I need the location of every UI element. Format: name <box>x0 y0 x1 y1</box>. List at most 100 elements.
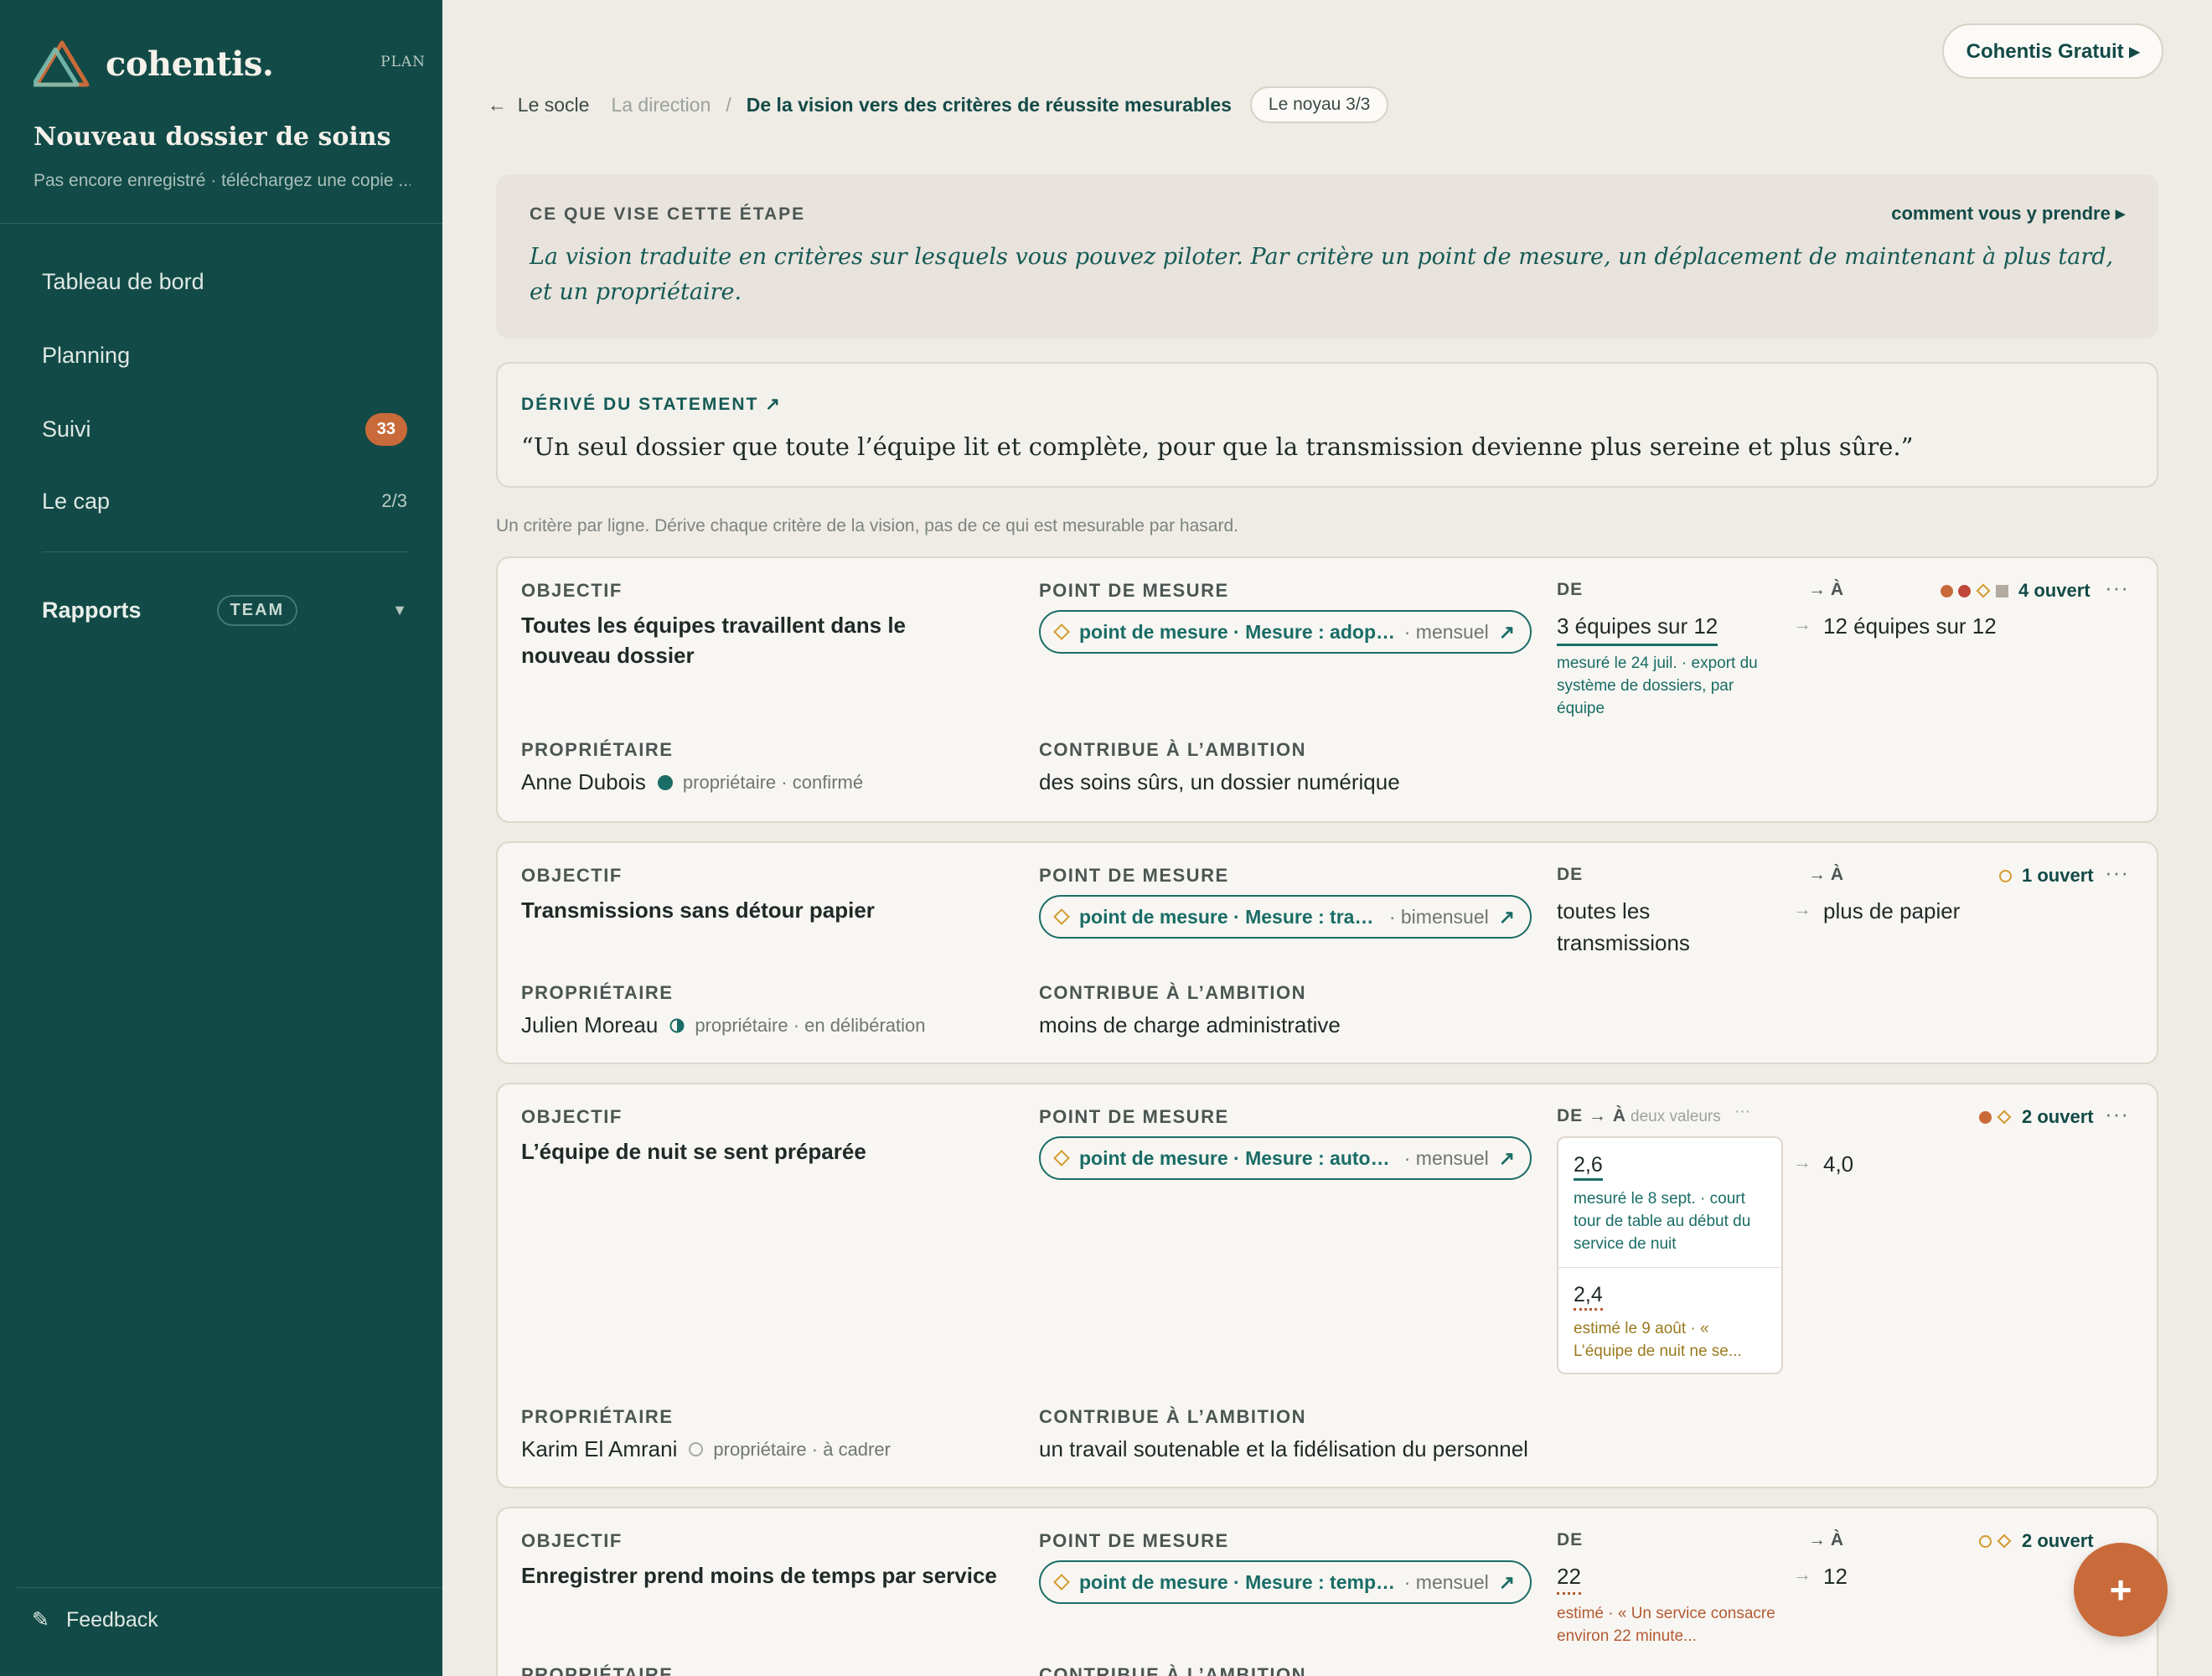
to-value[interactable]: 12 équipes sur 12 <box>1823 610 1997 642</box>
owner[interactable]: Julien Moreau propriétaire · en délibéra… <box>521 1012 925 1038</box>
objective-text[interactable]: Toutes les équipes travaillent dans le n… <box>521 610 990 670</box>
status-diamond-icon <box>1997 1534 2012 1549</box>
breadcrumb-current: De la vision vers des critères de réussi… <box>746 93 1232 116</box>
criterion-card[interactable]: OBJECTIF Enregistrer prend moins de temp… <box>496 1507 2158 1676</box>
open-items-indicator[interactable]: 2 ouvert <box>1979 1106 2094 1128</box>
pencil-icon: ✎ <box>32 1608 49 1632</box>
breadcrumb-back-label: Le socle <box>517 93 590 116</box>
ambition-label: CONTRIBUE À L’AMBITION <box>1039 982 1306 1003</box>
nav-item-tableau-de-bord[interactable]: Tableau de bord <box>42 258 407 305</box>
add-criterion-button[interactable]: + <box>2074 1543 2168 1637</box>
open-count: 2 ouvert <box>2022 1106 2094 1127</box>
measure-point-label: POINT DE MESURE <box>1039 865 1229 886</box>
criterion-card[interactable]: OBJECTIF Transmissions sans détour papie… <box>496 841 2158 1064</box>
nav-label: Planning <box>42 342 131 368</box>
objective-text[interactable]: Enregistrer prend moins de temps par ser… <box>521 1560 1024 1591</box>
measurement-note: mesuré le 8 sept. · court tour de table … <box>1574 1190 1751 1253</box>
to-value[interactable]: plus de papier <box>1823 895 1960 927</box>
open-count: 2 ouvert <box>2022 1530 2094 1551</box>
owner-status: propriétaire · en délibération <box>695 1014 926 1036</box>
status-ring-icon <box>1979 1534 1992 1548</box>
objective-text[interactable]: L’équipe de nuit se sent préparée <box>521 1136 990 1166</box>
status-diamond-icon <box>1976 583 1991 598</box>
step-intro: CE QUE VISE CETTE ÉTAPE comment vous y p… <box>496 174 2158 339</box>
from-value[interactable]: toutes les transmissions <box>1557 895 1724 959</box>
nav-item-suivi[interactable]: Suivi 33 <box>42 406 407 453</box>
dossier-title[interactable]: Nouveau dossier de soins <box>34 122 390 152</box>
owner-name: Karim El Amrani <box>521 1436 678 1461</box>
to-frame-status-icon <box>689 1442 704 1456</box>
measure-point-chip[interactable]: point de mesure · Mesure : adoption · me… <box>1039 610 1532 654</box>
open-count: 4 ouvert <box>2018 580 2091 601</box>
brand-name: cohentis. <box>106 44 274 84</box>
to-label: → À <box>1808 1530 1843 1549</box>
ambition-text[interactable]: des soins sûrs, un dossier numérique <box>1039 769 1400 795</box>
estimated-value-block[interactable]: 2,4 estimé le 9 août · « L’équipe de nui… <box>1558 1268 1781 1373</box>
external-link-icon: ↗ <box>1498 1570 1515 1593</box>
arrow-right-icon: → <box>1793 613 1811 634</box>
statement-box: DÉRIVÉ DU STATEMENT ↗ “Un seul dossier q… <box>496 362 2158 488</box>
open-items-indicator[interactable]: 2 ouvert <box>1979 1530 2094 1552</box>
measure-point-text: point de mesure · Mesure : transmissions <box>1079 905 1381 928</box>
nav-item-le-cap[interactable]: Le cap 2/3 <box>42 478 407 525</box>
status-ring-icon <box>1999 869 2012 882</box>
brand[interactable]: cohentis. PLAN <box>34 37 426 91</box>
measure-point-text: point de mesure · Mesure : adoption <box>1079 620 1396 643</box>
chevron-down-icon: ▼ <box>392 601 407 618</box>
more-options-icon[interactable]: ··· <box>2105 575 2129 601</box>
open-items-indicator[interactable]: 1 ouvert <box>1999 865 2094 887</box>
nav-item-planning[interactable]: Planning <box>42 332 407 379</box>
from-value[interactable]: 22 <box>1557 1560 1581 1595</box>
sidebar: cohentis. PLAN Nouveau dossier de soins … <box>0 0 442 1676</box>
divider <box>42 551 409 552</box>
status-square-icon <box>1996 584 2008 597</box>
criterion-card[interactable]: OBJECTIF Toutes les équipes travaillent … <box>496 556 2158 823</box>
breadcrumb: ← Le socle La direction / De la vision v… <box>488 85 1389 124</box>
how-to-link[interactable]: comment vous y prendre ▸ <box>1891 203 2125 225</box>
measure-point-chip[interactable]: point de mesure · Mesure : auto-évaluati… <box>1039 1136 1532 1180</box>
statement-link[interactable]: DÉRIVÉ DU STATEMENT ↗ <box>521 394 782 415</box>
from-label: DE <box>1557 1530 1584 1549</box>
owner[interactable]: Anne Dubois propriétaire · confirmé <box>521 769 863 795</box>
from-value[interactable]: 3 équipes sur 12 <box>1557 610 1718 646</box>
objective-label: OBJECTIF <box>521 580 623 601</box>
from-label: DE <box>1557 580 1584 599</box>
more-options-icon[interactable]: ··· <box>1734 1103 1750 1121</box>
objective-label: OBJECTIF <box>521 1530 623 1551</box>
owner-status: propriétaire · à cadrer <box>713 1438 891 1460</box>
objective-label: OBJECTIF <box>521 865 623 886</box>
ambition-text[interactable]: un travail soutenable et la fidélisation… <box>1039 1436 1528 1462</box>
criterion-card[interactable]: OBJECTIF L’équipe de nuit se sent prépar… <box>496 1083 2158 1488</box>
rapports-dropdown[interactable]: Rapports TEAM ▼ <box>42 587 407 634</box>
open-items-indicator[interactable]: 4 ouvert <box>1941 580 2091 602</box>
ambition-label: CONTRIBUE À L’AMBITION <box>1039 1664 1306 1676</box>
breadcrumb-direction-link[interactable]: La direction <box>611 94 711 116</box>
to-value[interactable]: 4,0 <box>1823 1148 1853 1180</box>
breadcrumb-back-link[interactable]: ← Le socle <box>488 94 589 116</box>
owner[interactable]: Karim El Amrani propriétaire · à cadrer <box>521 1436 891 1462</box>
team-tag: TEAM <box>216 594 298 626</box>
open-count: 1 ouvert <box>2022 865 2094 886</box>
owner-label: PROPRIÉTAIRE <box>521 1406 674 1427</box>
measure-point-chip[interactable]: point de mesure · Mesure : transmissions… <box>1039 895 1532 939</box>
deliberation-status-icon <box>669 1018 685 1032</box>
dossier-subtitle: Pas encore enregistré · téléchargez une … <box>34 171 411 190</box>
measure-frequency: · mensuel <box>1403 1146 1489 1169</box>
divider <box>17 1587 442 1588</box>
plan-upgrade-button[interactable]: Cohentis Gratuit ▸ <box>1942 23 2163 79</box>
ambition-text[interactable]: moins de charge administrative <box>1039 1012 1341 1038</box>
measure-point-chip[interactable]: point de mesure · Mesure : temps d’enreg… <box>1039 1560 1532 1604</box>
objective-text[interactable]: Transmissions sans détour papier <box>521 895 990 925</box>
measure-point-text: point de mesure · Mesure : temps d’enreg… <box>1079 1570 1396 1593</box>
diamond-icon <box>1053 1574 1070 1591</box>
from-label: DE <box>1557 865 1584 884</box>
measured-value-block[interactable]: 2,6 mesuré le 8 sept. · court tour de ta… <box>1558 1138 1781 1268</box>
more-options-icon[interactable]: ··· <box>2105 1101 2129 1127</box>
feedback-button[interactable]: ✎ Feedback <box>32 1607 158 1632</box>
measure-frequency: · mensuel <box>1403 1570 1489 1593</box>
plan-tag: PLAN <box>380 54 426 70</box>
to-value[interactable]: 12 <box>1823 1560 1848 1592</box>
estimated-value: 2,4 <box>1574 1281 1603 1311</box>
more-options-icon[interactable]: ··· <box>2105 860 2129 886</box>
breadcrumb-separator: / <box>726 93 731 116</box>
